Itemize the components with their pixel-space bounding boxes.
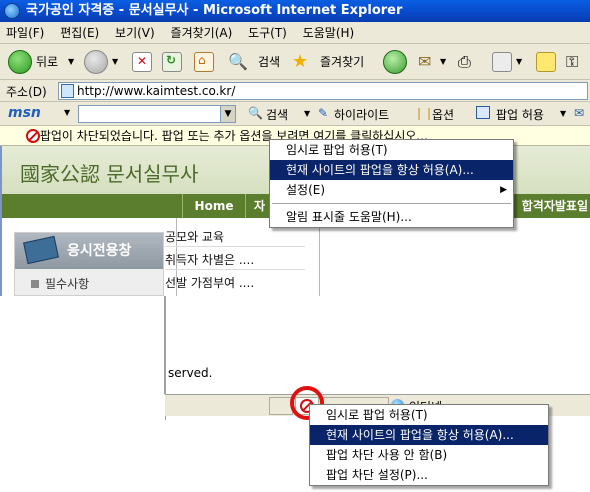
row-divider [165,269,305,270]
infobar-context-menu: 임시로 팝업 허용(T) 현재 사이트의 팝업을 항상 허용(A)... 설정(… [269,139,514,228]
address-label: 주소(D) [6,85,47,99]
msn-search-dropdown-icon[interactable]: ▼ [304,109,310,118]
menu-disable-blocker[interactable]: 팝업 차단 사용 안 함(B) [310,445,548,465]
copyright-text: served. [168,366,213,380]
msn-dropdown-icon[interactable]: ▼ [64,108,70,117]
favorites-star-icon[interactable]: ★ [292,50,308,74]
menu-separator [272,203,511,204]
news-item[interactable]: 취득자 차별은 .... [165,251,254,268]
submenu-arrow-icon: ▶ [500,185,507,195]
highlight-button[interactable]: 하이라이트 [334,106,389,123]
mail-icon[interactable]: ✉ [418,50,431,74]
favorites-button[interactable]: 즐겨찾기 [320,50,364,74]
required-label: 필수사항 [45,277,90,291]
menu-bar: 파일(F) 편집(E) 보기(V) 즐겨찾기(A) 도구(T) 도움말(H) [0,22,590,44]
news-item[interactable]: 선발 가점부여 .... [165,274,254,291]
history-icon[interactable] [383,50,407,74]
refresh-icon[interactable]: ↻ [162,52,182,72]
menu-item-label: 팝업 차단 사용 안 함(B) [326,448,448,462]
menu-item-label: 설정(E) [286,183,326,197]
menu-item-label: 현재 사이트의 팝업을 항상 허용(A)... [286,163,474,177]
back-button[interactable]: 뒤로 [36,50,58,74]
menu-item-label: 현재 사이트의 팝업을 항상 허용(A)... [326,428,514,442]
site-logo[interactable]: 國家公認 문서실무사 [20,158,198,187]
key-icon[interactable]: ⚿ [566,50,578,74]
discuss-icon[interactable] [536,52,556,72]
forward-dropdown-icon[interactable]: ▼ [112,50,118,74]
menu-always-allow[interactable]: 현재 사이트의 팝업을 항상 허용(A)... [270,160,513,180]
msn-logo: msn [8,105,41,121]
menu-tools[interactable]: 도구(T) [242,22,293,44]
nav-home[interactable]: Home [182,194,246,218]
menu-item-label: 임시로 팝업 허용(T) [286,143,388,157]
applicant-box: 응시전용창 필수사항 [14,232,164,296]
ie-logo-icon [4,3,20,19]
title-bar: 국가공인 자격증 - 문서실무사 - Microsoft Internet Ex… [0,0,590,22]
options-button[interactable]: 옵션 [432,106,454,123]
menu-allow-temporarily[interactable]: 임시로 팝업 허용(T) [270,140,513,160]
window-title: 국가공인 자격증 - 문서실무사 - Microsoft Internet Ex… [26,3,403,18]
statusbar-context-menu: 임시로 팝업 허용(T) 현재 사이트의 팝업을 항상 허용(A)... 팝업 … [309,404,549,486]
menu-file[interactable]: 파일(F) [0,22,50,44]
news-item[interactable]: 공모와 교육 [165,228,224,245]
popup-blocked-icon [26,129,40,143]
nav-partial[interactable]: 자 [254,194,265,218]
address-bar: 주소(D) http://www.kaimtest.co.kr/ [0,80,590,102]
search-button[interactable]: 검색 [258,50,280,74]
magnifier-icon[interactable]: 🔍 [248,106,263,120]
menu-item-label: 알림 표시줄 도움말(H)... [286,210,412,224]
mail-dropdown-icon[interactable]: ▼ [440,50,446,74]
menu-allow-temporarily[interactable]: 임시로 팝업 허용(T) [310,405,548,425]
home-icon[interactable]: ⌂ [194,52,214,72]
page-icon [61,84,74,98]
stop-icon[interactable]: ✕ [132,52,152,72]
menu-view[interactable]: 보기(V) [109,22,161,44]
card-icon [23,235,59,265]
popup-allow-button[interactable]: 팝업 허용 [496,106,544,123]
required-link[interactable]: 필수사항 [31,275,89,292]
forward-arrow-icon[interactable] [84,50,108,74]
search-icon[interactable]: 🔍 [228,50,248,74]
row-divider [165,246,305,247]
msn-toolbar: msn ▼ ▼ 🔍 검색 ▼ ✎ 하이라이트 ❘❘ 옵션 팝업 허용 ▼ ✉ [0,102,590,126]
highlighter-icon[interactable]: ✎ [318,106,328,120]
standard-toolbar: 뒤로 ▼ ▼ ✕ ↻ ⌂ 🔍 검색 ★ 즐겨찾기 ✉ ▼ ⎙ ▼ ⚿ [0,44,590,80]
search-dropdown-icon[interactable]: ▼ [220,106,235,122]
menu-always-allow[interactable]: 현재 사이트의 팝업을 항상 허용(A)... [310,425,548,445]
menu-item-label: 팝업 차단 설정(P)... [326,468,428,482]
msn-search-input[interactable]: ▼ [78,105,236,123]
nav-results[interactable]: 합격자발표일 [522,194,588,218]
print-icon[interactable]: ⎙ [458,50,471,74]
menu-favorites[interactable]: 즐겨찾기(A) [165,22,239,44]
menu-help[interactable]: 도움말(H) [297,22,361,44]
msn-search-button[interactable]: 검색 [266,106,288,123]
menu-edit[interactable]: 편집(E) [54,22,105,44]
address-url: http://www.kaimtest.co.kr/ [77,84,236,98]
menu-item-label: 임시로 팝업 허용(T) [326,408,428,422]
bullet-icon [31,280,39,288]
menu-infobar-help[interactable]: 알림 표시줄 도움말(H)... [270,207,513,227]
menu-settings[interactable]: 설정(E) ▶ [270,180,513,200]
msn-mail-icon[interactable]: ✉ [574,106,584,120]
address-input[interactable]: http://www.kaimtest.co.kr/ [58,82,588,100]
back-dropdown-icon[interactable]: ▼ [68,50,74,74]
popup-window-icon[interactable] [476,106,490,119]
popup-dropdown-icon[interactable]: ▼ [560,109,566,118]
applicant-title: 응시전용창 [67,243,132,259]
menu-blocker-settings[interactable]: 팝업 차단 설정(P)... [310,465,548,485]
back-arrow-icon[interactable] [8,50,32,74]
applicant-header[interactable]: 응시전용창 [15,233,163,269]
edit-icon[interactable] [492,52,512,72]
edit-dropdown-icon[interactable]: ▼ [516,50,522,74]
